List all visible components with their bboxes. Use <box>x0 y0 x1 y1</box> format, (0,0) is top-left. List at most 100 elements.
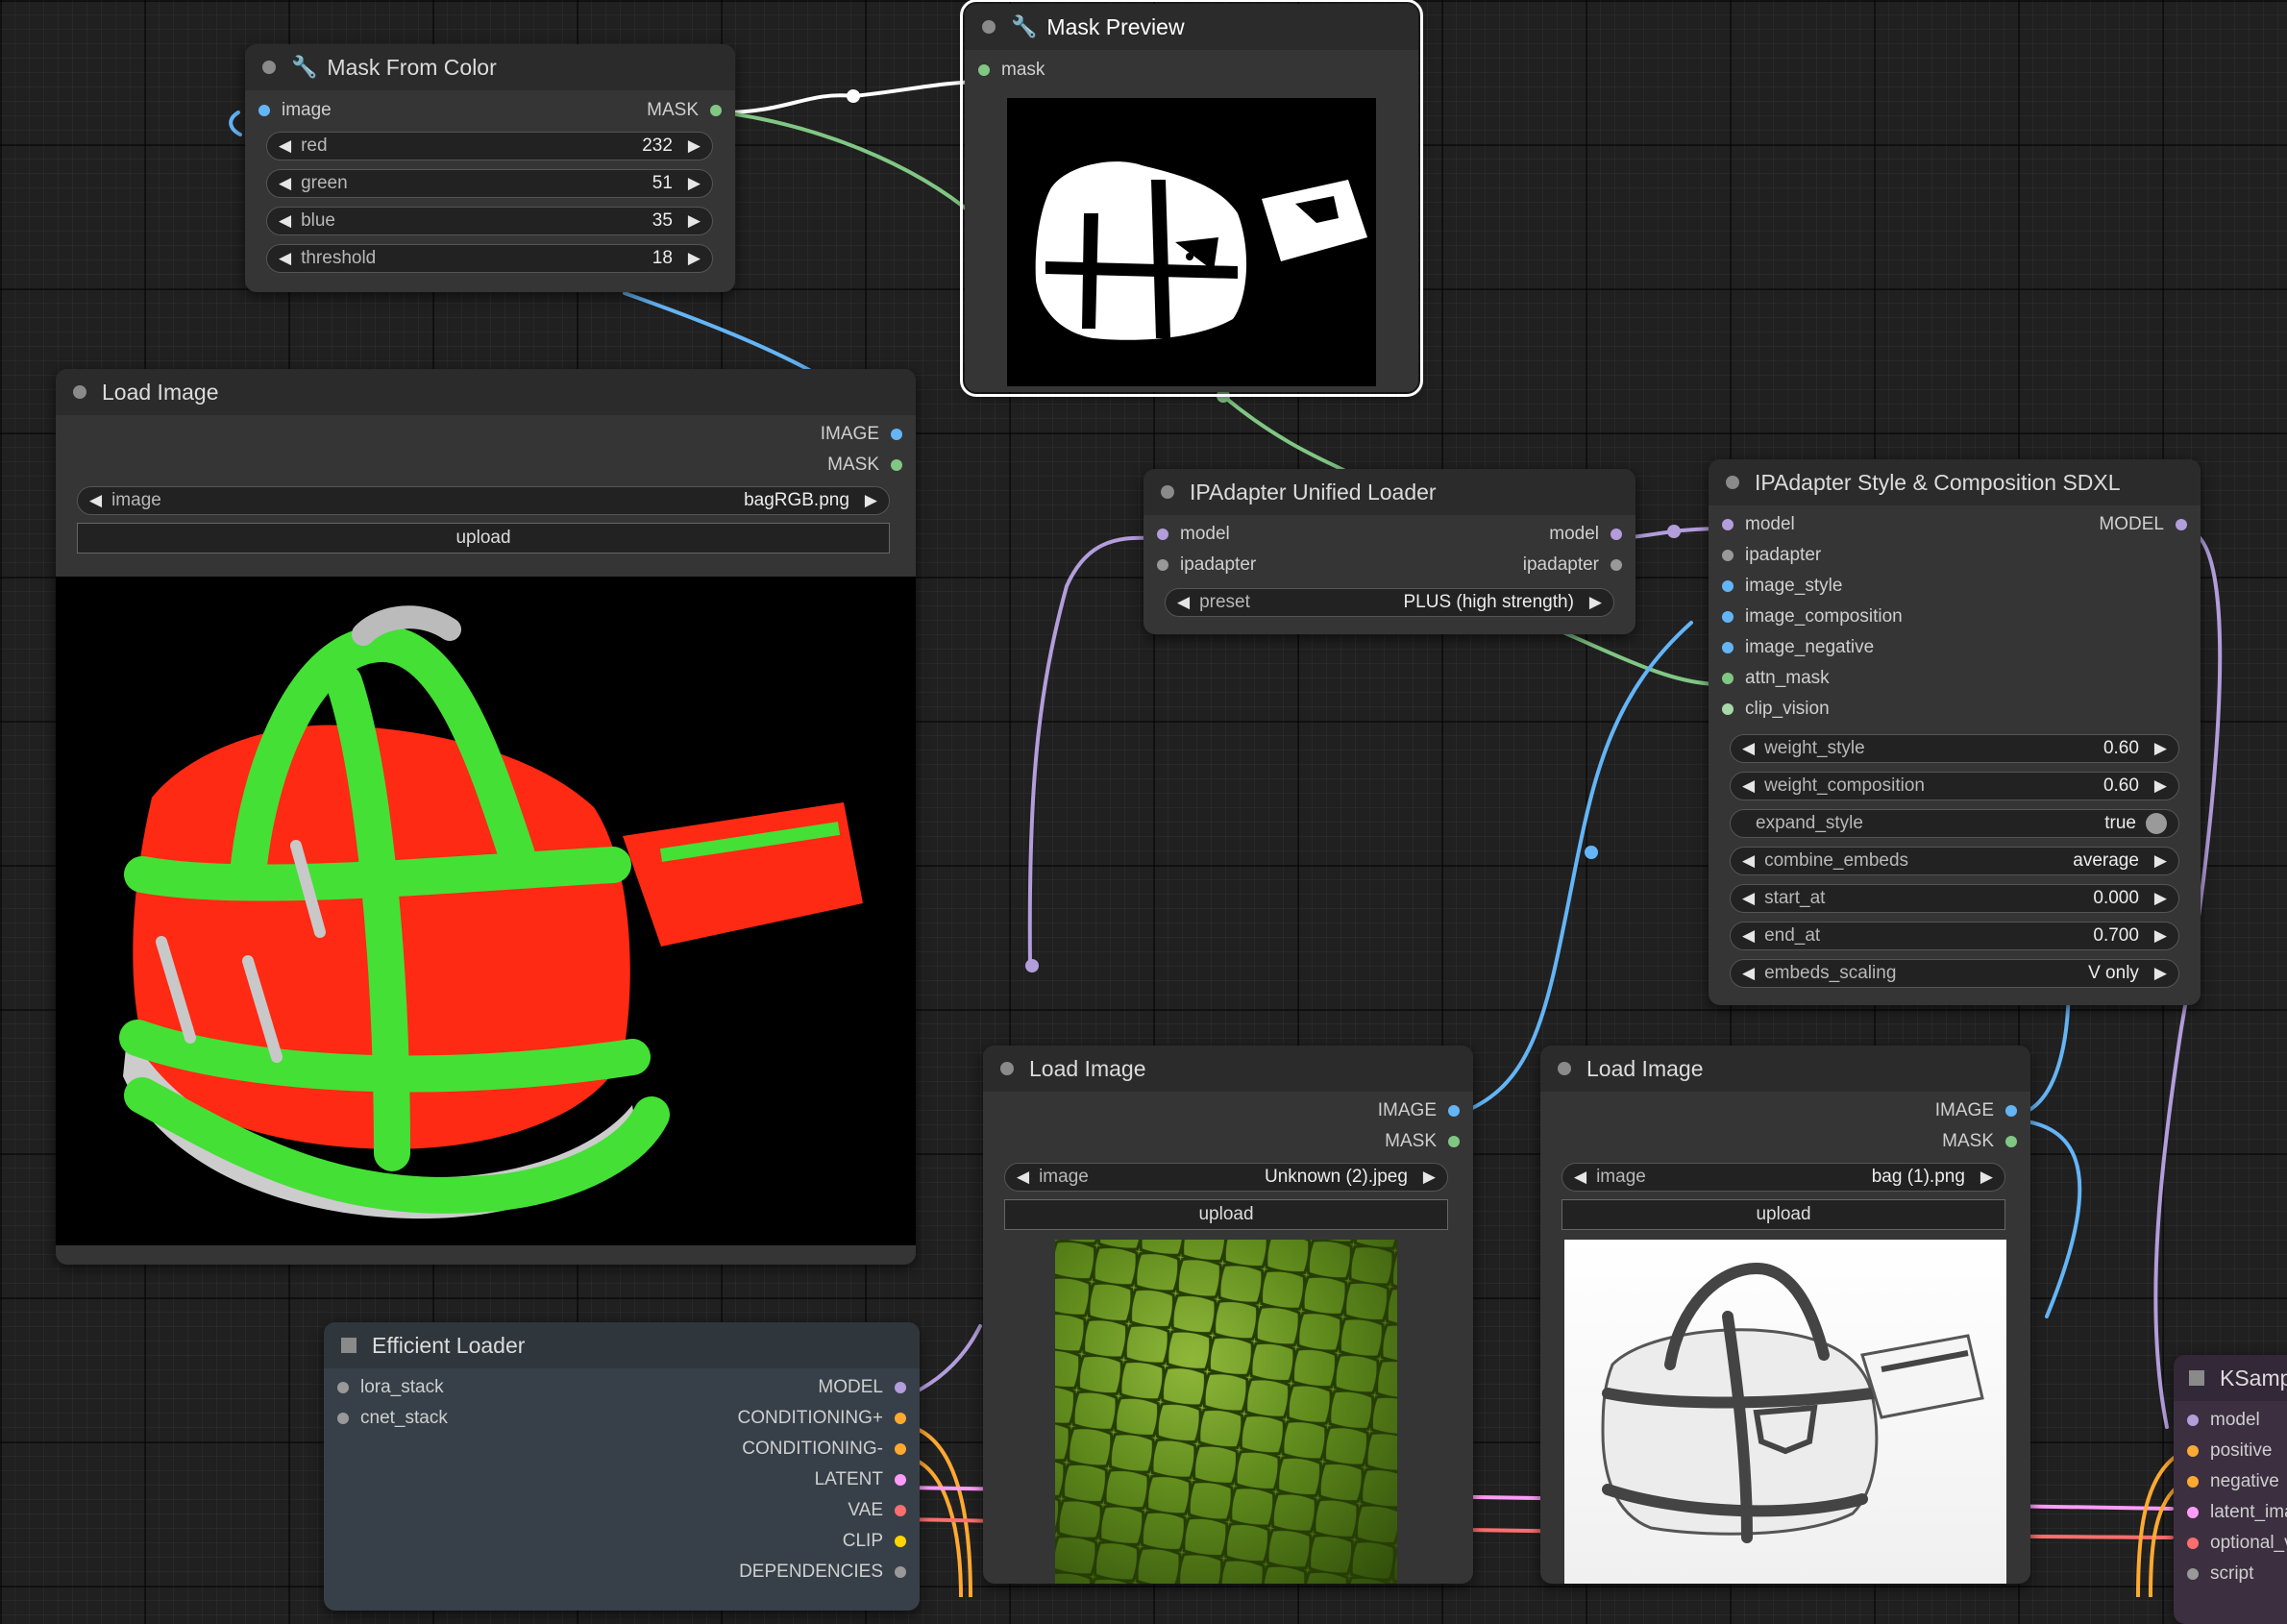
right-arrow-icon[interactable]: ▶ <box>1589 593 1602 612</box>
upload-button[interactable]: upload <box>1004 1199 1448 1230</box>
collapse-dot-icon[interactable] <box>262 61 276 74</box>
widget-image-select[interactable]: ◀ image bagRGB.png ▶ <box>77 486 890 515</box>
widget-weight-style[interactable]: ◀ weight_style 0.60 ▶ <box>1730 734 2179 763</box>
node-mask-preview[interactable]: 🔧 Mask Preview mask <box>960 0 1423 397</box>
right-arrow-icon[interactable]: ▶ <box>688 211 701 231</box>
node-title[interactable]: Load Image <box>1540 1046 2030 1092</box>
left-arrow-icon[interactable]: ◀ <box>1742 926 1755 946</box>
output-slot-image[interactable]: IMAGE <box>1378 1095 1460 1126</box>
collapse-square-icon[interactable] <box>341 1338 357 1353</box>
input-slot-image-composition[interactable]: image_composition <box>1722 602 1903 632</box>
input-slot-script[interactable]: script <box>2187 1559 2253 1589</box>
input-slot-model[interactable]: model <box>1722 509 1795 540</box>
input-slot-model[interactable]: model <box>1157 519 1230 550</box>
output-slot-model[interactable]: MODEL <box>818 1372 906 1403</box>
collapse-square-icon[interactable] <box>2189 1370 2204 1386</box>
widget-weight-composition[interactable]: ◀ weight_composition 0.60 ▶ <box>1730 772 2179 800</box>
output-slot-conditioning-plus[interactable]: CONDITIONING+ <box>738 1403 906 1434</box>
right-arrow-icon[interactable]: ▶ <box>865 491 877 510</box>
upload-button[interactable]: upload <box>77 523 890 554</box>
right-arrow-icon[interactable]: ▶ <box>1980 1168 1993 1187</box>
right-arrow-icon[interactable]: ▶ <box>2154 964 2167 983</box>
input-slot-latent-image[interactable]: latent_ima <box>2187 1497 2287 1528</box>
widget-blue[interactable]: ◀ blue 35 ▶ <box>266 207 713 235</box>
input-slot-mask[interactable]: mask <box>978 55 1045 86</box>
widget-embeds-scaling[interactable]: ◀ embeds_scaling V only ▶ <box>1730 959 2179 988</box>
right-arrow-icon[interactable]: ▶ <box>688 174 701 193</box>
node-load-image-bag[interactable]: Load Image IMAGE MASK ◀ image bag (1).png ▶… <box>1540 1046 2030 1584</box>
output-slot-vae[interactable]: VAE <box>848 1495 906 1526</box>
left-arrow-icon[interactable]: ◀ <box>1742 851 1755 871</box>
output-slot-ipadapter[interactable]: ipadapter <box>1523 550 1622 580</box>
node-ksampler[interactable]: KSamp model positive negative latent_ima… <box>2174 1355 2287 1624</box>
right-arrow-icon[interactable]: ▶ <box>2154 739 2167 758</box>
right-arrow-icon[interactable]: ▶ <box>2154 926 2167 946</box>
input-slot-image[interactable]: image <box>258 95 332 126</box>
left-arrow-icon[interactable]: ◀ <box>279 136 291 156</box>
node-title[interactable]: IPAdapter Unified Loader <box>1144 469 1635 515</box>
input-slot-model[interactable]: model <box>2187 1405 2260 1436</box>
output-slot-image[interactable]: IMAGE <box>1935 1095 2017 1126</box>
left-arrow-icon[interactable]: ◀ <box>89 491 102 510</box>
node-efficient-loader[interactable]: Efficient Loader lora_stack MODEL cnet_s… <box>324 1322 920 1611</box>
input-slot-cnet-stack[interactable]: cnet_stack <box>337 1403 448 1434</box>
input-slot-image-style[interactable]: image_style <box>1722 571 1842 602</box>
output-slot-dependencies[interactable]: DEPENDENCIES <box>739 1557 906 1587</box>
output-slot-model[interactable]: model <box>1549 519 1622 550</box>
output-slot-clip[interactable]: CLIP <box>843 1526 906 1557</box>
node-load-image-unknown[interactable]: Load Image IMAGE MASK ◀ image Unknown (2).… <box>983 1046 1473 1584</box>
right-arrow-icon[interactable]: ▶ <box>1423 1168 1436 1187</box>
input-slot-ipadapter[interactable]: ipadapter <box>1722 540 1821 571</box>
input-slot-negative[interactable]: negative <box>2187 1466 2279 1497</box>
right-arrow-icon[interactable]: ▶ <box>688 136 701 156</box>
left-arrow-icon[interactable]: ◀ <box>1742 964 1755 983</box>
left-arrow-icon[interactable]: ◀ <box>1574 1168 1586 1187</box>
widget-start-at[interactable]: ◀ start_at 0.000 ▶ <box>1730 884 2179 913</box>
output-slot-image[interactable]: IMAGE <box>821 419 902 450</box>
widget-image-select[interactable]: ◀ image Unknown (2).jpeg ▶ <box>1004 1163 1448 1192</box>
input-slot-optional-vae[interactable]: optional_v <box>2187 1528 2287 1559</box>
output-slot-mask[interactable]: MASK <box>1942 1126 2017 1157</box>
input-slot-ipadapter[interactable]: ipadapter <box>1157 550 1256 580</box>
node-title[interactable]: KSamp <box>2174 1355 2287 1401</box>
left-arrow-icon[interactable]: ◀ <box>1017 1168 1029 1187</box>
widget-red[interactable]: ◀ red 232 ▶ <box>266 132 713 160</box>
collapse-dot-icon[interactable] <box>1000 1062 1014 1075</box>
upload-button[interactable]: upload <box>1562 1199 2005 1230</box>
input-slot-positive[interactable]: positive <box>2187 1436 2272 1466</box>
left-arrow-icon[interactable]: ◀ <box>1742 776 1755 796</box>
left-arrow-icon[interactable]: ◀ <box>1177 593 1190 612</box>
left-arrow-icon[interactable]: ◀ <box>279 211 291 231</box>
left-arrow-icon[interactable]: ◀ <box>1742 739 1755 758</box>
output-slot-latent[interactable]: LATENT <box>815 1464 906 1495</box>
node-title[interactable]: Load Image <box>983 1046 1473 1092</box>
collapse-dot-icon[interactable] <box>73 385 86 399</box>
toggle-knob-icon[interactable] <box>2146 813 2167 834</box>
node-title[interactable]: 🔧 Mask Preview <box>965 4 1418 50</box>
widget-combine-embeds[interactable]: ◀ combine_embeds average ▶ <box>1730 847 2179 875</box>
node-title[interactable]: Load Image <box>56 369 916 415</box>
input-slot-attn-mask[interactable]: attn_mask <box>1722 663 1830 694</box>
left-arrow-icon[interactable]: ◀ <box>279 249 291 268</box>
output-slot-conditioning-minus[interactable]: CONDITIONING- <box>742 1434 906 1464</box>
widget-threshold[interactable]: ◀ threshold 18 ▶ <box>266 244 713 273</box>
output-slot-mask[interactable]: MASK <box>827 450 902 480</box>
node-ipadapter-unified-loader[interactable]: IPAdapter Unified Loader model model ipa… <box>1144 469 1635 634</box>
left-arrow-icon[interactable]: ◀ <box>279 174 291 193</box>
widget-image-select[interactable]: ◀ image bag (1).png ▶ <box>1562 1163 2005 1192</box>
widget-green[interactable]: ◀ green 51 ▶ <box>266 169 713 198</box>
widget-expand-style[interactable]: expand_style true <box>1730 809 2179 838</box>
collapse-dot-icon[interactable] <box>1161 485 1174 499</box>
widget-end-at[interactable]: ◀ end_at 0.700 ▶ <box>1730 922 2179 950</box>
output-slot-mask[interactable]: MASK <box>1385 1126 1460 1157</box>
collapse-dot-icon[interactable] <box>1558 1062 1571 1075</box>
node-load-image-bagrgb[interactable]: Load Image IMAGE MASK ◀ image bagRGB.png ▶ … <box>56 369 916 1265</box>
right-arrow-icon[interactable]: ▶ <box>2154 776 2167 796</box>
node-title[interactable]: IPAdapter Style & Composition SDXL <box>1709 459 2201 505</box>
node-title[interactable]: Efficient Loader <box>324 1322 920 1368</box>
left-arrow-icon[interactable]: ◀ <box>1742 889 1755 908</box>
collapse-dot-icon[interactable] <box>1726 476 1739 489</box>
output-slot-model[interactable]: MODEL <box>2099 509 2187 540</box>
collapse-dot-icon[interactable] <box>982 20 996 34</box>
widget-preset[interactable]: ◀ preset PLUS (high strength) ▶ <box>1165 588 1614 617</box>
